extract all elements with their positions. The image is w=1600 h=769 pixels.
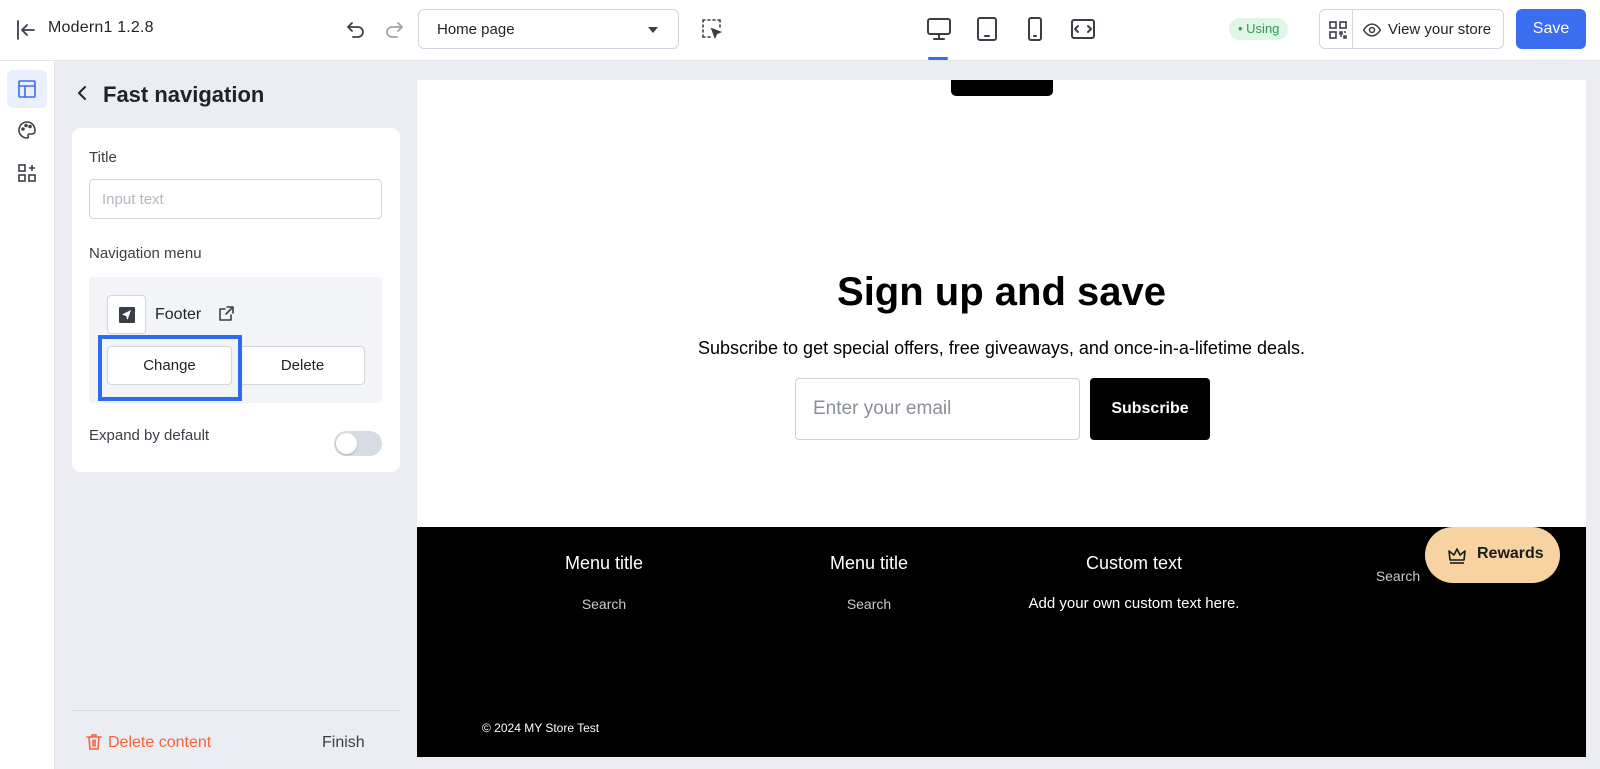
top-pill-button[interactable] (951, 80, 1053, 96)
top-bar: Modern1 1.2.8 Home page • Using View you… (0, 0, 1600, 61)
divider (72, 710, 400, 711)
footer-custom-title: Custom text (1085, 553, 1183, 573)
store-footer: Menu title Search Menu title Search Cust… (417, 527, 1586, 757)
rewards-label: Rewards (1477, 545, 1544, 562)
store-actions-group: View your store (1319, 9, 1504, 49)
copyright-text: © 2024 MY Store Test (482, 721, 600, 735)
finish-button[interactable]: Finish (322, 734, 365, 752)
expand-toggle[interactable] (334, 431, 382, 456)
toggle-knob (336, 433, 357, 454)
title-input[interactable] (89, 179, 382, 219)
redo-icon[interactable] (382, 18, 406, 42)
footer-link-search[interactable]: Search (504, 596, 704, 612)
external-link-icon[interactable] (217, 305, 235, 323)
caret-down-icon (648, 27, 658, 33)
eye-icon (1362, 23, 1382, 37)
signup-subtitle: Subscribe to get special offers, free gi… (698, 338, 1305, 358)
chevron-left-icon[interactable] (73, 83, 93, 103)
undo-icon[interactable] (344, 18, 368, 42)
left-rail (0, 61, 55, 769)
preview-gutter (1586, 61, 1600, 769)
save-button[interactable]: Save (1516, 9, 1586, 49)
footer-menu-title: Menu title (564, 553, 644, 573)
fullscreen-view-icon[interactable] (1069, 15, 1097, 43)
footer-menu-title: Menu title (829, 553, 909, 573)
palette-icon (18, 121, 36, 139)
footer-custom-text: Add your own custom text here. (1028, 595, 1240, 612)
app-title: Modern1 1.2.8 (48, 19, 154, 36)
crown-icon (1448, 548, 1466, 564)
active-device-indicator (928, 57, 948, 60)
desktop-view-icon[interactable] (925, 15, 953, 43)
page-select[interactable]: Home page (418, 9, 679, 49)
layout-icon (18, 80, 36, 98)
status-badge: • Using (1229, 18, 1289, 40)
settings-card: Title Navigation menu Footer Change Dele… (72, 128, 400, 472)
footer-link-search[interactable]: Search (769, 596, 969, 612)
trash-icon (86, 734, 102, 750)
navigation-arrow-icon (119, 307, 135, 323)
mobile-view-icon[interactable] (1021, 15, 1049, 43)
settings-panel: Fast navigation Title Navigation menu Fo… (55, 61, 417, 769)
rewards-button[interactable]: Rewards (1425, 527, 1560, 583)
divider (1352, 10, 1353, 48)
page-select-value: Home page (437, 21, 515, 38)
signup-title: Sign up and save (837, 270, 1166, 314)
rail-item-theme[interactable] (7, 111, 47, 149)
add-block-icon (18, 164, 36, 182)
delete-button[interactable]: Delete (240, 346, 365, 385)
email-input[interactable] (795, 378, 1080, 440)
exit-icon[interactable] (14, 18, 38, 42)
tablet-view-icon[interactable] (973, 15, 1001, 43)
qr-code-icon[interactable] (1326, 18, 1350, 42)
store-preview: Sign up and save Subscribe to get specia… (417, 80, 1586, 757)
delete-content-button[interactable]: Delete content (108, 734, 211, 752)
expand-label: Expand by default (89, 427, 210, 444)
panel-title: Fast navigation (103, 82, 265, 107)
navigation-menu-box: Footer Change Delete (89, 277, 382, 403)
rail-item-apps[interactable] (7, 154, 47, 192)
view-store-button[interactable]: View your store (1388, 21, 1491, 38)
subscribe-button[interactable]: Subscribe (1090, 378, 1210, 440)
navigation-menu-label: Navigation menu (89, 245, 202, 262)
select-element-icon[interactable] (700, 17, 724, 41)
title-field-label: Title (89, 149, 117, 166)
menu-name: Footer (155, 306, 202, 323)
menu-thumbnail (107, 295, 146, 334)
change-button[interactable]: Change (107, 346, 232, 385)
rail-item-sections[interactable] (7, 70, 47, 108)
